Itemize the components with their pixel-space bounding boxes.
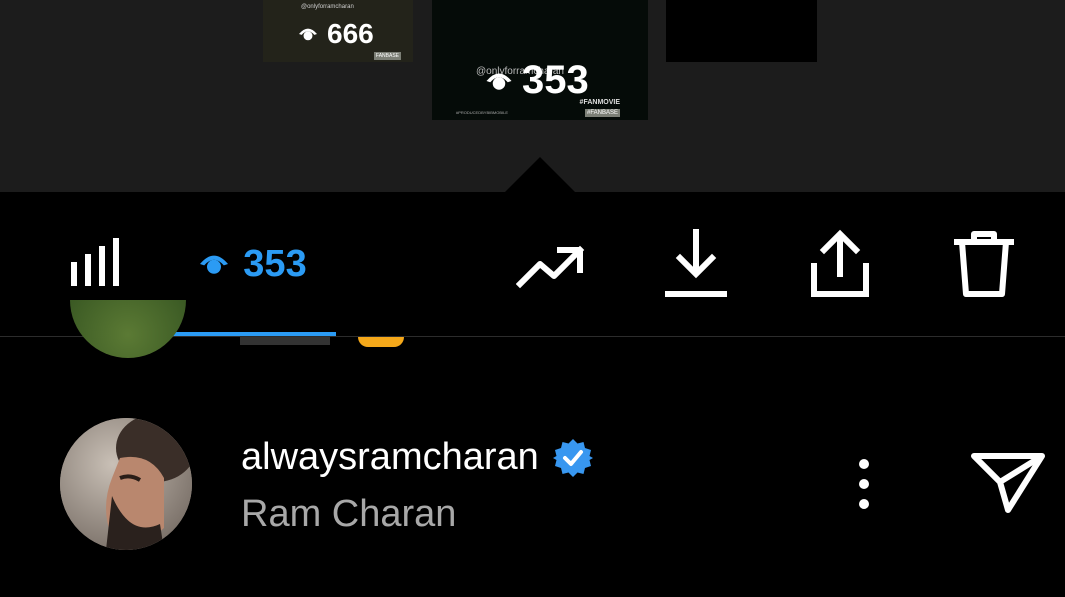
trash-icon[interactable] [950, 228, 1018, 300]
trending-up-icon[interactable] [516, 240, 588, 290]
avatar[interactable] [70, 300, 186, 358]
avatar[interactable] [60, 418, 192, 550]
selected-thumbnail-pointer [505, 157, 575, 192]
username[interactable]: alwaysramcharan [241, 436, 539, 479]
username-line: alwaysramcharan [241, 436, 593, 479]
viewer-list-item[interactable]: alwaysramcharan Ram Charan [0, 400, 1065, 560]
more-vertical-icon[interactable] [844, 456, 884, 512]
thumbnail-handle: @onlyforramcharan [301, 4, 354, 10]
thumbnail-views: 666 [297, 18, 374, 50]
tab-viewers[interactable]: 353 [168, 192, 336, 336]
download-icon[interactable] [664, 228, 728, 300]
full-name: Ram Charan [241, 493, 457, 535]
thumbnail-tag: FANBASE [373, 52, 401, 60]
eye-icon [299, 28, 317, 41]
thumbnail-footer: #PRODUCEDBYBIBMOBILE [456, 110, 509, 115]
story-thumbnail[interactable]: @onlyforramcharan 666 FANBASE [263, 0, 413, 62]
thumbnail-tag: #FANBASE [584, 109, 620, 117]
eye-icon [486, 73, 512, 90]
bar-chart-icon[interactable] [68, 232, 124, 292]
share-icon[interactable] [808, 228, 872, 300]
story-thumbnail-selected[interactable]: @onlyforramcharan 353 #FANMOVIE #PRODUCE… [432, 0, 648, 120]
thumbnail-hashtag: #FANMOVIE [579, 99, 620, 106]
eye-icon [200, 255, 229, 274]
thumbnail-views-count: 666 [327, 18, 374, 49]
list-item [240, 337, 330, 345]
send-icon[interactable] [970, 450, 1046, 514]
thumbnail-views: 353 [484, 58, 589, 103]
verified-badge-icon [552, 438, 593, 477]
emoji-icon [358, 337, 404, 347]
thumbnail-views-count: 353 [522, 58, 589, 102]
viewers-count: 353 [243, 242, 307, 285]
story-thumbnail[interactable] [666, 0, 817, 62]
